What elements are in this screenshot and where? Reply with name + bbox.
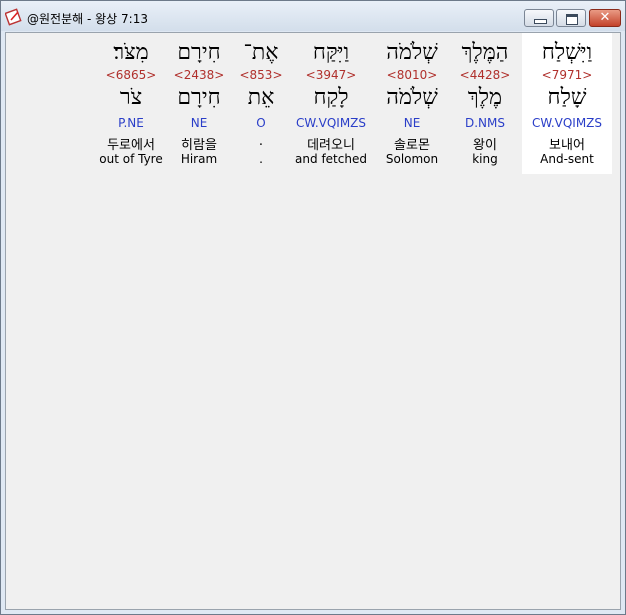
korean-gloss: 데려오니 xyxy=(307,138,355,153)
hebrew-lemma: חִירָם xyxy=(177,85,221,110)
hebrew-word: וַיִּשְׁלַח xyxy=(541,40,593,65)
hebrew-word: וַיִּקַּח xyxy=(312,40,350,65)
maximize-icon xyxy=(566,14,578,25)
strong-number[interactable]: <2438> xyxy=(164,68,234,82)
korean-gloss: 솔로몬 xyxy=(394,138,430,153)
hebrew-word: שְׁלֹמֹה xyxy=(386,40,438,65)
korean-gloss: 보내어 xyxy=(549,138,585,153)
english-gloss: Solomon xyxy=(385,152,439,166)
minimize-icon xyxy=(534,19,547,24)
window-title: @원전분해 - 왕상 7:13 xyxy=(27,12,148,26)
parsing-code: D.NMS xyxy=(464,116,505,130)
hebrew-lemma: צֹר xyxy=(119,85,143,110)
hebrew-lemma: מֶלֶךְ xyxy=(467,85,503,110)
hebrew-lemma: שְׁלֹמֹה xyxy=(386,85,438,110)
hebrew-lemma: שָׁלַח xyxy=(547,85,587,110)
app-window: @원전분해 - 왕상 7:13 ✕ מִצֹּר׃ <6865> צֹר P.N… xyxy=(0,0,626,615)
english-gloss: king xyxy=(472,152,498,166)
title-bar[interactable]: @원전분해 - 왕상 7:13 ✕ xyxy=(1,1,625,31)
word-analysis-panel: מִצֹּר׃ <6865> צֹר P.NE 두로에서 out of Tyre… xyxy=(5,32,621,610)
strong-number[interactable]: <8010> xyxy=(374,68,450,82)
hebrew-word: מִצֹּר׃ xyxy=(113,40,149,65)
parsing-code: NE xyxy=(403,116,421,130)
hebrew-word: חִירָם xyxy=(177,40,221,65)
korean-gloss: 왕이 xyxy=(473,138,497,153)
close-button[interactable]: ✕ xyxy=(589,9,621,27)
parsing-code: CW.VQIMZS xyxy=(531,116,603,130)
english-gloss: . xyxy=(259,152,263,166)
parsing-code: NE xyxy=(190,116,208,130)
strong-number[interactable]: <4428> xyxy=(450,68,520,82)
parsing-code: CW.VQIMZS xyxy=(295,116,367,130)
hebrew-lemma: לָקַח xyxy=(313,85,349,110)
strong-number[interactable]: <6865> xyxy=(88,68,174,82)
korean-gloss: . xyxy=(258,134,264,149)
hebrew-word: הַמֶּלֶךְ xyxy=(461,40,509,65)
korean-gloss: 두로에서 xyxy=(107,138,155,153)
hebrew-word: אֶת־ xyxy=(243,40,279,65)
english-gloss: out of Tyre xyxy=(99,152,163,166)
parsing-code: O xyxy=(256,116,266,130)
english-gloss: And-sent xyxy=(540,152,594,166)
strong-number[interactable]: <7971> xyxy=(522,68,612,82)
parsing-code: P.NE xyxy=(118,116,144,130)
close-icon: ✕ xyxy=(599,10,611,25)
strong-number[interactable]: <853> xyxy=(232,68,290,82)
strong-number[interactable]: <3947> xyxy=(290,68,372,82)
word-column-selected[interactable]: וַיִּשְׁלַח <7971> שָׁלַח CW.VQIMZS 보내어 … xyxy=(522,33,612,174)
maximize-button[interactable] xyxy=(556,9,586,27)
english-gloss: and fetched xyxy=(295,152,367,166)
app-icon xyxy=(5,8,22,26)
hebrew-lemma: אֵת xyxy=(247,85,275,110)
korean-gloss: 히람을 xyxy=(181,138,217,153)
english-gloss: Hiram xyxy=(180,152,218,166)
minimize-button[interactable] xyxy=(524,9,554,27)
